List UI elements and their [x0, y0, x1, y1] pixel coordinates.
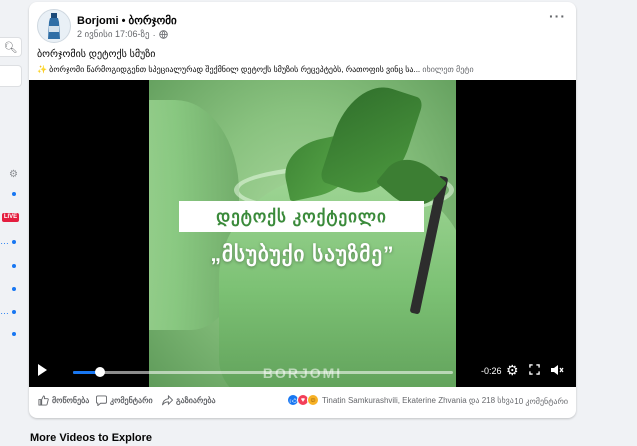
rail-panel[interactable] [0, 65, 22, 87]
share-label: გაზიარება [176, 396, 216, 405]
rail-nav-dot[interactable] [12, 240, 16, 244]
like-label: მოწონება [52, 396, 90, 405]
rail-nav-dot[interactable] [12, 264, 16, 268]
video-subtitle: „მსუბუქი საუზმე” [210, 243, 395, 266]
borjomi-logo-icon [48, 13, 60, 39]
ellipsis-icon[interactable]: … [0, 236, 9, 246]
more-options-icon[interactable]: ··· [549, 8, 566, 24]
post-timestamp[interactable]: 2 ივნისი 17:06-ზე [77, 29, 150, 40]
live-badge[interactable]: LIVE [2, 213, 19, 222]
haha-reaction-icon: ☺ [307, 394, 319, 406]
rail-nav-dot[interactable] [12, 332, 16, 336]
share-icon [162, 395, 173, 406]
post-description-text: ✨ ბორჯომი წარმოგიდგენთ სპეციალურად შექმნ… [37, 65, 421, 74]
rail-nav-dot[interactable] [12, 310, 16, 314]
like-button[interactable]: მოწონება [38, 395, 89, 406]
ellipsis-icon[interactable]: … [0, 306, 9, 316]
mute-icon[interactable] [550, 364, 564, 376]
post-actions: მოწონება კომენტარი გაზიარება 👍︎ ♥ ☺ Tina… [29, 392, 576, 412]
comment-label: კომენტარი [110, 396, 153, 405]
page-avatar[interactable] [37, 9, 71, 43]
video-player[interactable]: დეტოქს კოქტეილი „მსუბუქი საუზმე” BORJOMI… [29, 80, 576, 387]
post-card: Borjomi • ბორჯომი 2 ივნისი 17:06-ზე · ··… [29, 2, 576, 418]
gear-icon[interactable]: ⚙ [9, 169, 18, 180]
time-remaining: -0:26 [481, 366, 502, 376]
more-videos-heading: More Videos to Explore [30, 432, 153, 444]
rail-nav-dot[interactable] [12, 192, 16, 196]
comment-button[interactable]: კომენტარი [96, 395, 153, 406]
progress-knob[interactable] [94, 367, 105, 377]
reactions-summary[interactable]: 👍︎ ♥ ☺ Tinatin Samkurashvili, Ekaterine … [287, 394, 514, 406]
progress-bar[interactable] [73, 367, 453, 377]
thumbs-up-icon [38, 395, 49, 406]
post-meta: 2 ივნისი 17:06-ზე · [77, 29, 168, 40]
meta-separator: · [152, 29, 156, 40]
post-description: ✨ ბორჯომი წარმოგიდგენთ სპეციალურად შექმნ… [37, 65, 474, 74]
post-title: ბორჯომის დეტოქს სმუზი [37, 49, 156, 60]
left-rail: 🔍︎ ⚙ LIVE … … [0, 0, 22, 446]
search-icon[interactable]: 🔍︎ [0, 37, 22, 57]
video-frame: დეტოქს კოქტეილი „მსუბუქი საუზმე” BORJOMI [149, 80, 456, 387]
video-title-banner: დეტოქს კოქტეილი [179, 201, 424, 232]
video-controls: -0:26 ⚙ [29, 359, 576, 387]
share-button[interactable]: გაზიარება [162, 395, 216, 406]
see-more-link[interactable]: იხილეთ მეტი [422, 65, 473, 74]
rail-nav-dot[interactable] [12, 287, 16, 291]
comments-count[interactable]: 10 კომენტარი [514, 397, 568, 406]
comment-icon [96, 395, 107, 406]
page-name[interactable]: Borjomi • ბორჯომი [77, 14, 177, 27]
expand-icon[interactable] [529, 364, 540, 375]
play-icon[interactable] [38, 364, 47, 376]
settings-gear-icon[interactable]: ⚙ [506, 362, 519, 379]
reactions-text: Tinatin Samkurashvili, Ekaterine Zhvania… [322, 395, 514, 405]
globe-icon [158, 30, 168, 39]
